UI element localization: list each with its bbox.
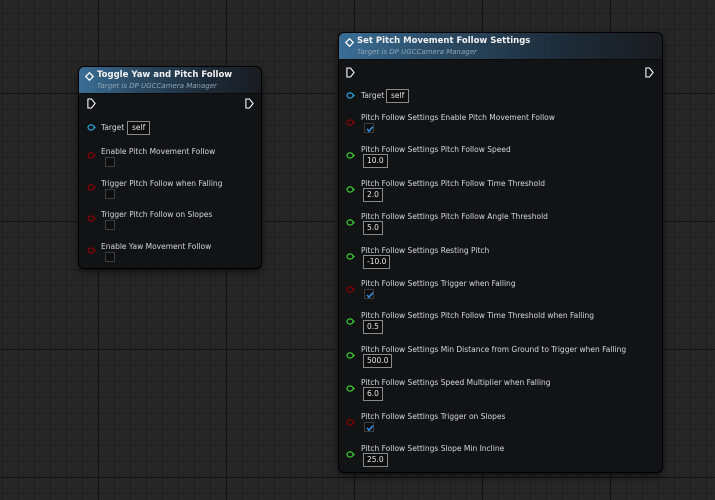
bool-pin-icon[interactable] xyxy=(87,184,96,191)
trigger-when-falling-checkbox[interactable] xyxy=(364,289,374,299)
exec-out-pin-icon[interactable] xyxy=(645,67,654,78)
pin-label: Pitch Follow Settings Pitch Follow Speed xyxy=(361,145,511,154)
pin-label: Pitch Follow Settings Trigger when Falli… xyxy=(361,279,516,288)
node-subtitle: Target is DP UGCCamera Manager xyxy=(357,48,477,56)
pin-label: Trigger Pitch Follow when Falling xyxy=(101,179,223,188)
float-pin-icon[interactable] xyxy=(346,186,355,193)
pin-label: Pitch Follow Settings Slope Min Incline xyxy=(361,444,505,453)
pitch-follow-angle-threshold-field[interactable]: 5.0 xyxy=(363,221,383,235)
resting-pitch-field[interactable]: -10.0 xyxy=(363,255,391,269)
bool-pin-icon[interactable] xyxy=(346,119,355,126)
pin-label: Pitch Follow Settings Min Distance from … xyxy=(361,345,627,354)
node-header[interactable]: Toggle Yaw and Pitch Follow Target is DP… xyxy=(79,67,261,94)
pitch-follow-speed-field[interactable]: 10.0 xyxy=(363,154,388,168)
bool-pin-icon[interactable] xyxy=(346,419,355,426)
target-self-field[interactable]: self xyxy=(386,89,410,103)
trigger-on-slopes-checkbox[interactable] xyxy=(364,422,374,432)
function-icon xyxy=(85,72,94,81)
node-header[interactable]: Set Pitch Movement Follow Settings Targe… xyxy=(339,33,662,60)
trigger-slopes-checkbox[interactable] xyxy=(105,220,115,230)
node-toggle-yaw-pitch-follow[interactable]: Toggle Yaw and Pitch Follow Target is DP… xyxy=(79,67,261,268)
bool-pin-icon[interactable] xyxy=(346,286,355,293)
pin-label: Trigger Pitch Follow on Slopes xyxy=(101,210,213,219)
float-pin-icon[interactable] xyxy=(346,219,355,226)
float-pin-icon[interactable] xyxy=(346,253,355,260)
bool-pin-icon[interactable] xyxy=(87,215,96,222)
pitch-follow-time-threshold-field[interactable]: 2.0 xyxy=(363,188,383,202)
bool-pin-icon[interactable] xyxy=(87,152,96,159)
function-icon xyxy=(345,38,354,47)
pin-label: Pitch Follow Settings Trigger on Slopes xyxy=(361,412,506,421)
node-title: Set Pitch Movement Follow Settings xyxy=(357,36,531,46)
time-threshold-when-falling-field[interactable]: 0.5 xyxy=(363,320,383,334)
target-label: Target xyxy=(101,123,125,132)
float-pin-icon[interactable] xyxy=(346,318,355,325)
speed-multiplier-when-falling-field[interactable]: 6.0 xyxy=(363,387,383,401)
exec-in-pin-icon[interactable] xyxy=(87,98,96,109)
checkmark-icon xyxy=(366,292,374,299)
checkmark-icon xyxy=(366,425,374,432)
checkmark-icon xyxy=(366,126,374,133)
node-set-pitch-movement-follow-settings[interactable]: Set Pitch Movement Follow Settings Targe… xyxy=(339,33,662,472)
pin-label: Pitch Follow Settings Enable Pitch Movem… xyxy=(361,113,555,122)
pin-label: Enable Pitch Movement Follow xyxy=(101,147,216,156)
enable-pitch-movement-follow-checkbox[interactable] xyxy=(364,123,374,133)
trigger-falling-checkbox[interactable] xyxy=(105,189,115,199)
pin-label: Pitch Follow Settings Speed Multiplier w… xyxy=(361,378,551,387)
exec-in-pin-icon[interactable] xyxy=(346,67,355,78)
bool-pin-icon[interactable] xyxy=(87,247,96,254)
float-pin-icon[interactable] xyxy=(346,385,355,392)
target-self-field[interactable]: self xyxy=(127,121,151,135)
object-pin-icon[interactable] xyxy=(346,92,355,99)
float-pin-icon[interactable] xyxy=(346,152,355,159)
pin-label: Pitch Follow Settings Resting Pitch xyxy=(361,246,490,255)
slope-min-incline-field[interactable]: 25.0 xyxy=(363,453,388,467)
enable-pitch-checkbox[interactable] xyxy=(105,157,115,167)
pin-label: Enable Yaw Movement Follow xyxy=(101,242,212,251)
object-pin-icon[interactable] xyxy=(87,124,96,131)
exec-out-pin-icon[interactable] xyxy=(245,98,254,109)
float-pin-icon[interactable] xyxy=(346,451,355,458)
pin-label: Pitch Follow Settings Pitch Follow Time … xyxy=(361,179,545,188)
target-label: Target xyxy=(361,91,385,100)
enable-yaw-checkbox[interactable] xyxy=(105,252,115,262)
pin-label: Pitch Follow Settings Pitch Follow Time … xyxy=(361,311,594,320)
float-pin-icon[interactable] xyxy=(346,352,355,359)
min-distance-from-ground-field[interactable]: 500.0 xyxy=(363,354,393,368)
node-title: Toggle Yaw and Pitch Follow xyxy=(97,70,233,80)
node-subtitle: Target is DP UGCCamera Manager xyxy=(97,82,217,90)
pin-label: Pitch Follow Settings Pitch Follow Angle… xyxy=(361,212,548,221)
